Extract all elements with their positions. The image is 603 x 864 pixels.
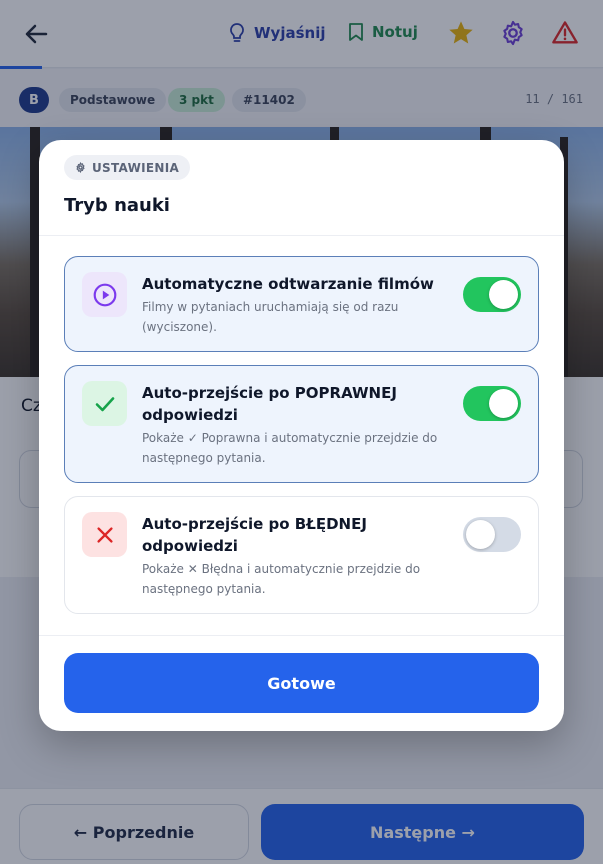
option-autoplay-videos[interactable]: Automatyczne odtwarzanie filmów Filmy w … [64, 256, 539, 352]
gear-icon [76, 162, 85, 173]
option-auto-next-correct[interactable]: Auto-przejście po POPRAWNEJ odpowiedzi P… [64, 365, 539, 483]
auto-next-wrong-toggle[interactable] [463, 517, 521, 552]
x-icon [96, 526, 113, 543]
option-icon-container [82, 272, 127, 317]
option-icon-container [82, 512, 127, 557]
toggle-knob [489, 389, 518, 418]
toggle-knob [466, 520, 495, 549]
modal-footer: Gotowe [39, 635, 564, 731]
option-description: Filmy w pytaniach uruchamiają się od raz… [142, 300, 399, 334]
option-description: Pokaże ✕ Błędna i automatycznie przejdzi… [142, 562, 421, 596]
option-title: Automatyczne odtwarzanie filmów [142, 275, 434, 293]
auto-next-correct-toggle[interactable] [463, 386, 521, 421]
autoplay-toggle[interactable] [463, 277, 521, 312]
toggle-knob [489, 280, 518, 309]
done-button[interactable]: Gotowe [64, 653, 539, 713]
study-mode-modal: USTAWIENIA Tryb nauki Automatyczne odtwa… [39, 140, 564, 731]
check-icon [95, 396, 114, 411]
modal-header: USTAWIENIA Tryb nauki [39, 140, 564, 236]
play-circle-icon [93, 283, 116, 306]
option-icon-container [82, 381, 127, 426]
option-description: Pokaże ✓ Poprawna i automatycznie przejd… [142, 431, 438, 465]
settings-chip-label: USTAWIENIA [92, 160, 180, 175]
option-title: Auto-przejście po POPRAWNEJ odpowiedzi [142, 384, 397, 424]
option-title: Auto-przejście po BŁĘDNEJ odpowiedzi [142, 515, 367, 555]
modal-title: Tryb nauki [64, 195, 170, 216]
option-auto-next-wrong[interactable]: Auto-przejście po BŁĘDNEJ odpowiedzi Pok… [64, 496, 539, 614]
settings-chip: USTAWIENIA [64, 155, 191, 180]
